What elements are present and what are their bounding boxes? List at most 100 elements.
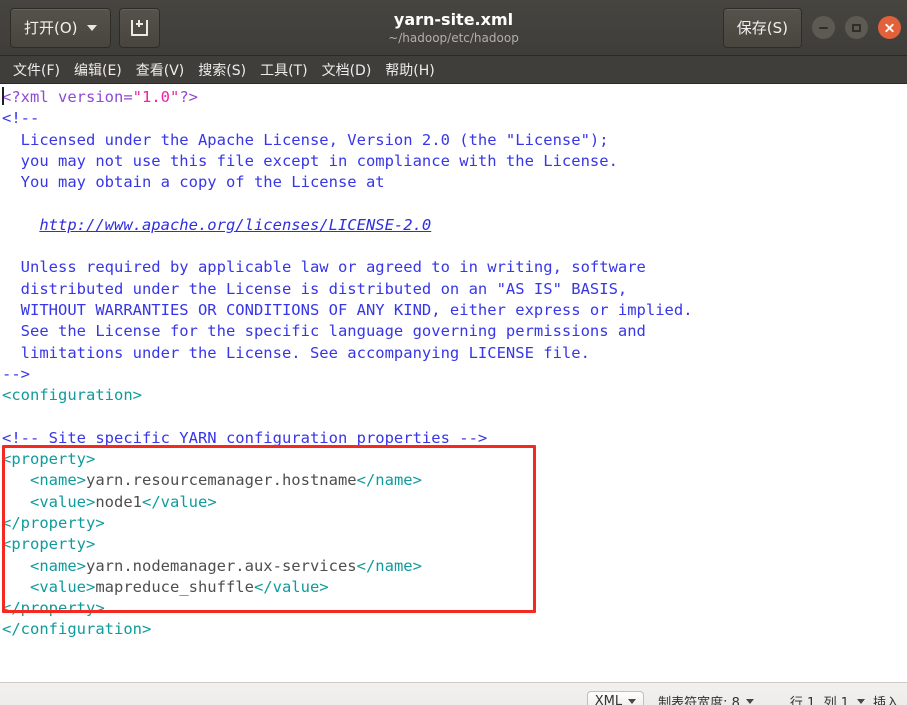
code-line: See the License for the specific languag…	[2, 321, 907, 342]
code-line: -->	[2, 364, 907, 385]
code-token: <!--	[2, 109, 40, 128]
close-icon	[884, 22, 895, 33]
maximize-icon	[852, 23, 861, 32]
code-line: <!--	[2, 108, 907, 129]
code-line: <!-- Site specific YARN configuration pr…	[2, 428, 907, 449]
menu-item-7[interactable]: 帮助(H)	[378, 57, 441, 83]
code-token: <configuration>	[2, 386, 142, 405]
code-line: <name>yarn.nodemanager.aux-services</nam…	[2, 556, 907, 577]
code-token: Licensed under the Apache License, Versi…	[2, 130, 609, 149]
code-line: Licensed under the Apache License, Versi…	[2, 130, 907, 151]
code-line: <name>yarn.resourcemanager.hostname</nam…	[2, 470, 907, 491]
language-select-label: XML	[594, 693, 623, 705]
code-line: distributed under the License is distrib…	[2, 279, 907, 300]
open-button[interactable]: 打开(O)	[10, 7, 111, 48]
code-line: You may obtain a copy of the License at	[2, 172, 907, 193]
code-line: </property>	[2, 513, 907, 534]
minimize-icon	[819, 26, 828, 29]
menu-item-2[interactable]: 编辑(E)	[67, 57, 129, 83]
xml-source-code[interactable]: <?xml version="1.0"?> <!-- Licensed under…	[0, 84, 907, 641]
code-token: </property>	[2, 513, 105, 532]
code-token: distributed under the License is distrib…	[2, 279, 628, 298]
code-token: </configuration>	[2, 620, 152, 639]
menu-item-3[interactable]: 查看(V)	[129, 57, 192, 83]
code-token: limitations under the License. See accom…	[2, 343, 590, 362]
tab-width-label: 制表符宽度: 8	[658, 695, 740, 705]
titlebar-left-actions: 打开(O)	[10, 7, 160, 48]
menu-item-label: 工具(T)	[260, 62, 308, 79]
status-bar: XML 制表符宽度: 8 行 1, 列 1 插入	[0, 682, 907, 705]
code-token: you may not use this file except in comp…	[2, 151, 618, 170]
new-document-button[interactable]	[118, 7, 160, 48]
text-cursor	[2, 87, 4, 105]
maximize-button[interactable]	[845, 16, 868, 39]
language-select[interactable]: XML	[586, 690, 645, 705]
tab-width-select[interactable]: 制表符宽度: 8	[654, 692, 758, 705]
code-line: you may not use this file except in comp…	[2, 151, 907, 172]
close-button[interactable]	[878, 16, 901, 39]
menu-item-label: 文件(F)	[13, 62, 60, 79]
menu-item-4[interactable]: 搜索(S)	[191, 57, 253, 83]
code-token: See the License for the specific languag…	[2, 322, 646, 341]
code-token: WITHOUT WARRANTIES OR CONDITIONS OF ANY …	[2, 300, 693, 319]
save-button[interactable]: 保存(S)	[722, 7, 802, 48]
code-token: <?xml version=	[2, 88, 133, 106]
code-line: <property>	[2, 449, 907, 470]
new-document-icon	[130, 19, 148, 36]
code-token: <!-- Site specific YARN configuration pr…	[2, 428, 488, 447]
save-button-label: 保存(S)	[736, 19, 788, 37]
window-title: yarn-site.xml	[393, 9, 514, 29]
code-line: <value>node1</value>	[2, 492, 907, 513]
code-line: <property>	[2, 534, 907, 555]
code-token: <value>	[30, 492, 96, 511]
position-menu-button[interactable]	[853, 698, 869, 704]
gedit-window: 打开(O) yarn-site.xml ~/hadoop/etc/hadoop …	[0, 0, 907, 705]
code-line: limitations under the License. See accom…	[2, 343, 907, 364]
code-token: You may obtain a copy of the License at	[2, 173, 385, 192]
code-line: <?xml version="1.0"?>	[2, 87, 907, 108]
code-token: </property>	[2, 599, 105, 618]
menu-item-1[interactable]: 文件(F)	[6, 57, 67, 83]
code-token: <name>	[30, 556, 86, 575]
code-token: "1.0"	[132, 88, 180, 106]
code-token: <name>	[30, 471, 86, 490]
menu-item-6[interactable]: 文档(D)	[315, 57, 379, 83]
code-line: <configuration>	[2, 385, 907, 406]
code-line: <value>mapreduce_shuffle</value>	[2, 577, 907, 598]
code-token: <property>	[2, 535, 96, 554]
code-token: </name>	[356, 556, 422, 575]
chevron-down-icon	[745, 698, 754, 704]
menu-item-label: 帮助(H)	[385, 62, 435, 79]
chevron-down-icon	[628, 698, 637, 704]
open-button-label: 打开(O)	[24, 19, 78, 37]
chevron-down-icon	[856, 698, 865, 704]
code-token: <property>	[2, 450, 96, 469]
titlebar-right-actions: 保存(S)	[722, 7, 901, 48]
code-line: </configuration>	[2, 619, 907, 640]
cursor-position-indicator: 行 1, 列 1	[786, 692, 853, 705]
menu-item-label: 查看(V)	[135, 62, 185, 79]
code-token: -->	[2, 364, 30, 383]
code-token: yarn.resourcemanager.hostname	[86, 471, 357, 490]
minimize-button[interactable]	[812, 16, 835, 39]
menu-item-5[interactable]: 工具(T)	[253, 57, 314, 83]
code-token: http://www.apache.org/licenses/LICENSE-2…	[39, 215, 432, 234]
code-line: http://www.apache.org/licenses/LICENSE-2…	[2, 215, 907, 236]
text-editor-area[interactable]: <?xml version="1.0"?> <!-- Licensed under…	[0, 84, 907, 682]
cursor-position-label: 行 1, 列 1	[789, 695, 849, 705]
window-subtitle-path: ~/hadoop/etc/hadoop	[388, 30, 519, 45]
code-token: </value>	[142, 492, 217, 511]
menu-item-label: 编辑(E)	[73, 62, 122, 79]
code-token: ?>	[179, 88, 198, 106]
menu-item-label: 搜索(S)	[198, 62, 247, 79]
code-token: node1	[95, 492, 142, 511]
code-token: <value>	[30, 577, 96, 596]
code-token: yarn.nodemanager.aux-services	[86, 556, 357, 575]
code-line: Unless required by applicable law or agr…	[2, 257, 907, 278]
